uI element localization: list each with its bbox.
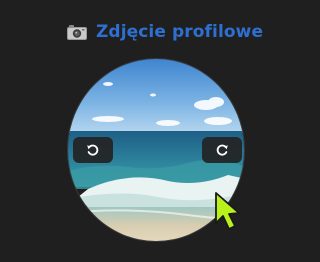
section-heading: Zdjęcie profilowe bbox=[66, 20, 263, 44]
rotate-right-button[interactable] bbox=[202, 137, 242, 163]
rotate-left-icon bbox=[86, 143, 100, 157]
profile-photo-editor: Zdjęcie profilowe bbox=[0, 0, 304, 262]
rotate-right-icon bbox=[215, 143, 229, 157]
page-title: Zdjęcie profilowe bbox=[96, 22, 264, 42]
camera-icon bbox=[66, 23, 88, 41]
rotate-left-button[interactable] bbox=[73, 137, 113, 163]
